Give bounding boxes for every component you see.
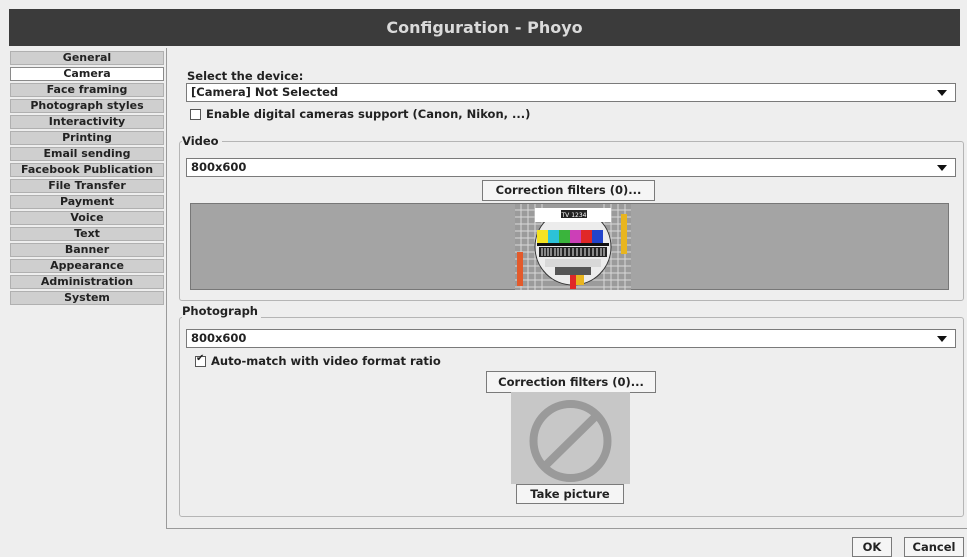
content-border-left bbox=[166, 48, 167, 528]
sidebar-item-email-sending[interactable]: Email sending bbox=[10, 147, 164, 161]
no-image-icon bbox=[529, 400, 612, 482]
ok-button[interactable]: OK bbox=[852, 537, 892, 557]
sidebar-item-general[interactable]: General bbox=[10, 51, 164, 65]
photograph-group-title: Photograph bbox=[182, 304, 261, 318]
auto-match-checkbox[interactable] bbox=[195, 353, 206, 367]
chevron-down-icon bbox=[937, 90, 947, 96]
test-pattern-text: TV 1234 bbox=[561, 212, 587, 219]
test-pattern-image: TV 1234 bbox=[515, 204, 631, 290]
sidebar-item-file-transfer[interactable]: File Transfer bbox=[10, 179, 164, 193]
sidebar-item-payment[interactable]: Payment bbox=[10, 195, 164, 209]
window-title: Configuration - Phoyo bbox=[9, 9, 960, 46]
chevron-down-icon bbox=[937, 165, 947, 171]
photo-preview bbox=[511, 392, 630, 484]
photo-format-value: 800x600 bbox=[191, 331, 247, 345]
device-select[interactable]: [Camera] Not Selected bbox=[186, 83, 956, 102]
digital-cameras-label: Enable digital cameras support (Canon, N… bbox=[206, 107, 531, 121]
take-picture-button[interactable]: Take picture bbox=[516, 484, 624, 504]
sidebar-item-photograph-styles[interactable]: Photograph styles bbox=[10, 99, 164, 113]
sidebar-item-text[interactable]: Text bbox=[10, 227, 164, 241]
digital-cameras-checkbox[interactable] bbox=[190, 108, 201, 120]
video-correction-filters-button[interactable]: Correction filters (0)... bbox=[482, 180, 655, 201]
sidebar-item-appearance[interactable]: Appearance bbox=[10, 259, 164, 273]
sidebar-item-banner[interactable]: Banner bbox=[10, 243, 164, 257]
video-group-title: Video bbox=[182, 134, 222, 148]
sidebar-item-printing[interactable]: Printing bbox=[10, 131, 164, 145]
auto-match-checkbox-row[interactable]: Auto-match with video format ratio bbox=[195, 353, 441, 368]
content-border-bottom bbox=[166, 528, 967, 529]
sidebar: General Camera Face framing Photograph s… bbox=[10, 51, 164, 307]
device-label: Select the device: bbox=[187, 69, 304, 83]
device-select-value: [Camera] Not Selected bbox=[191, 85, 339, 99]
photo-format-select[interactable]: 800x600 bbox=[186, 329, 956, 348]
sidebar-item-system[interactable]: System bbox=[10, 291, 164, 305]
sidebar-item-administration[interactable]: Administration bbox=[10, 275, 164, 289]
sidebar-item-voice[interactable]: Voice bbox=[10, 211, 164, 225]
sidebar-item-camera[interactable]: Camera bbox=[10, 67, 164, 81]
video-format-value: 800x600 bbox=[191, 160, 247, 174]
photo-correction-filters-button[interactable]: Correction filters (0)... bbox=[486, 371, 656, 393]
video-preview: TV 1234 bbox=[190, 203, 949, 290]
sidebar-item-face-framing[interactable]: Face framing bbox=[10, 83, 164, 97]
cancel-button[interactable]: Cancel bbox=[904, 537, 964, 557]
video-format-select[interactable]: 800x600 bbox=[186, 158, 956, 177]
sidebar-item-interactivity[interactable]: Interactivity bbox=[10, 115, 164, 129]
sidebar-item-facebook-publication[interactable]: Facebook Publication bbox=[10, 163, 164, 177]
auto-match-label: Auto-match with video format ratio bbox=[211, 354, 441, 368]
chevron-down-icon bbox=[937, 336, 947, 342]
digital-cameras-checkbox-row[interactable]: Enable digital cameras support (Canon, N… bbox=[190, 107, 530, 121]
